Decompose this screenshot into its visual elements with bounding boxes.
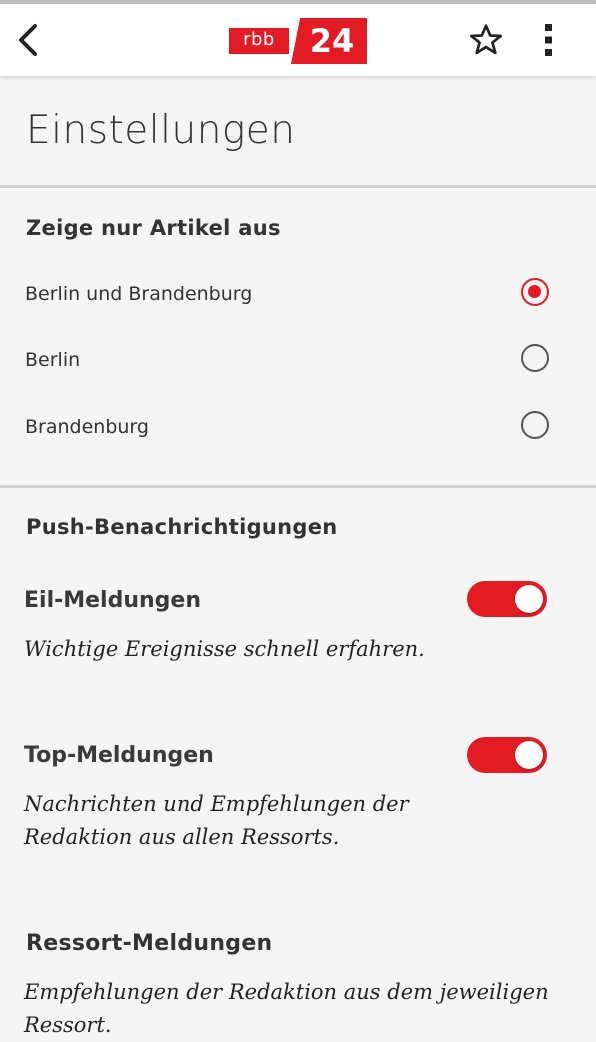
radio-option-brandenburg[interactable]: Brandenburg bbox=[0, 397, 596, 457]
top-meldungen-title: Top-Meldungen bbox=[24, 743, 214, 768]
favorite-button[interactable] bbox=[466, 20, 506, 60]
logo-rbb-text: rbb bbox=[229, 28, 289, 54]
eil-meldungen-toggle[interactable] bbox=[467, 581, 547, 617]
page-title: Einstellungen bbox=[26, 108, 296, 153]
overflow-menu-button[interactable] bbox=[534, 20, 564, 60]
more-vertical-icon bbox=[545, 24, 552, 56]
radio-label: Berlin bbox=[25, 349, 81, 371]
radio-option-berlin-brandenburg[interactable]: Berlin und Brandenburg bbox=[0, 264, 596, 324]
divider bbox=[0, 485, 596, 488]
star-outline-icon bbox=[469, 24, 503, 55]
eil-meldungen-description: Wichtige Ereignisse schnell erfahren. bbox=[24, 637, 425, 661]
push-section-heading: Push-Benachrichtigungen bbox=[26, 515, 338, 539]
radio-button[interactable] bbox=[521, 411, 549, 439]
back-chevron-icon bbox=[19, 24, 37, 56]
divider bbox=[0, 185, 596, 188]
radio-button[interactable] bbox=[521, 344, 549, 372]
toggle-knob bbox=[515, 585, 543, 613]
toggle-knob bbox=[515, 741, 543, 769]
ressort-meldungen-title: Ressort-Meldungen bbox=[26, 931, 273, 956]
top-meldungen-description: Nachrichten und Empfehlungen der Redakti… bbox=[24, 792, 409, 849]
logo-24-text: 24 bbox=[291, 18, 367, 64]
app-bar: rbb 24 bbox=[0, 4, 596, 76]
eil-meldungen-title: Eil-Meldungen bbox=[24, 588, 201, 613]
radio-button-selected[interactable] bbox=[521, 278, 549, 306]
radio-label: Brandenburg bbox=[25, 416, 149, 438]
ressort-meldungen-description: Empfehlungen der Redaktion aus dem jewei… bbox=[24, 980, 549, 1037]
region-section-heading: Zeige nur Artikel aus bbox=[26, 216, 281, 240]
radio-label: Berlin und Brandenburg bbox=[25, 283, 253, 305]
top-meldungen-toggle[interactable] bbox=[467, 737, 547, 773]
radio-option-berlin[interactable]: Berlin bbox=[0, 330, 596, 390]
rbb24-logo: rbb 24 bbox=[229, 18, 367, 64]
back-button[interactable] bbox=[10, 18, 46, 62]
